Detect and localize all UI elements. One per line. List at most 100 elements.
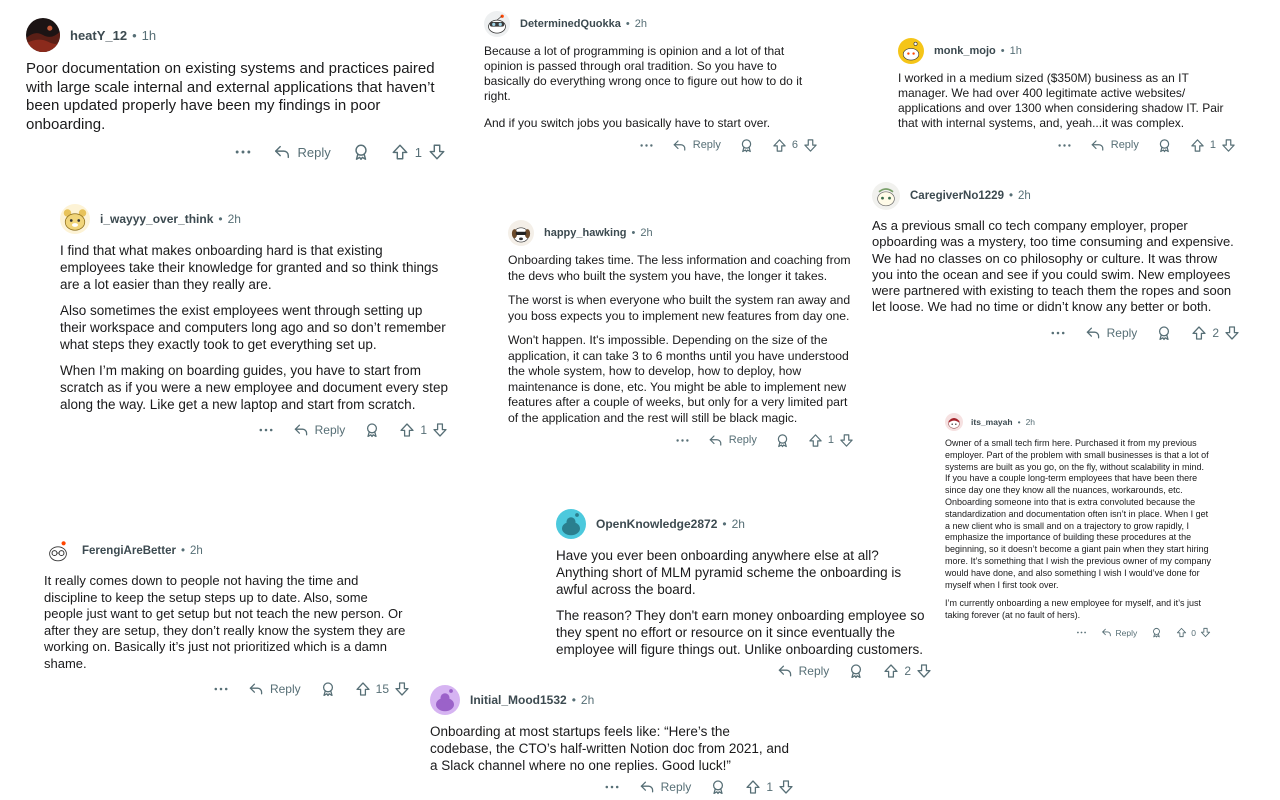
downvote-arrow-icon[interactable] xyxy=(432,422,448,438)
upvote-arrow-icon[interactable] xyxy=(1191,325,1207,341)
reply-arrow-icon[interactable] xyxy=(1101,627,1112,638)
more-options-button[interactable] xyxy=(213,681,229,697)
upvote-arrow-icon[interactable] xyxy=(1190,138,1205,153)
award-button[interactable] xyxy=(775,433,790,448)
award-button[interactable] xyxy=(364,422,380,438)
more-dots-icon[interactable] xyxy=(1076,627,1087,638)
award-button[interactable] xyxy=(710,779,726,795)
more-dots-icon[interactable] xyxy=(639,138,654,153)
upvote-arrow-icon[interactable] xyxy=(1176,627,1187,638)
more-options-button[interactable] xyxy=(675,433,690,448)
user-avatar[interactable] xyxy=(872,182,900,210)
more-options-button[interactable] xyxy=(1076,627,1087,638)
reply-label: Reply xyxy=(660,780,692,794)
upvote-arrow-icon[interactable] xyxy=(399,422,415,438)
award-button[interactable] xyxy=(1157,138,1172,153)
reply-arrow-icon[interactable] xyxy=(1085,325,1101,341)
reply-button[interactable]: Reply xyxy=(672,138,721,153)
reply-button[interactable]: Reply xyxy=(1090,138,1139,153)
upvote-arrow-icon[interactable] xyxy=(772,138,787,153)
user-avatar[interactable] xyxy=(44,537,72,565)
more-options-button[interactable] xyxy=(234,143,252,161)
upvote-arrow-icon[interactable] xyxy=(883,663,899,679)
user-avatar[interactable] xyxy=(60,204,90,234)
reply-arrow-icon[interactable] xyxy=(293,422,309,438)
reply-button[interactable]: Reply xyxy=(708,433,757,448)
downvote-arrow-icon[interactable] xyxy=(1221,138,1236,153)
award-button[interactable] xyxy=(739,138,754,153)
reply-button[interactable]: Reply xyxy=(293,422,345,438)
reply-button[interactable]: Reply xyxy=(639,779,692,795)
username[interactable]: heatY_12 xyxy=(70,28,127,43)
award-button[interactable] xyxy=(848,663,864,679)
award-icon[interactable] xyxy=(352,143,370,161)
reply-arrow-icon[interactable] xyxy=(639,779,655,795)
more-options-button[interactable] xyxy=(1057,138,1072,153)
more-dots-icon[interactable] xyxy=(258,422,274,438)
award-icon[interactable] xyxy=(1151,627,1162,638)
more-dots-icon[interactable] xyxy=(1050,325,1066,341)
award-button[interactable] xyxy=(1156,325,1172,341)
more-options-button[interactable] xyxy=(258,422,274,438)
award-icon[interactable] xyxy=(775,433,790,448)
reply-arrow-icon[interactable] xyxy=(248,681,264,697)
user-avatar[interactable] xyxy=(556,509,586,539)
more-options-button[interactable] xyxy=(1050,325,1066,341)
award-button[interactable] xyxy=(352,143,370,161)
award-icon[interactable] xyxy=(1157,138,1172,153)
username[interactable]: OpenKnowledge2872 xyxy=(596,517,717,531)
upvote-arrow-icon[interactable] xyxy=(745,779,761,795)
username[interactable]: DeterminedQuokka xyxy=(520,18,621,30)
downvote-arrow-icon[interactable] xyxy=(803,138,818,153)
downvote-arrow-icon[interactable] xyxy=(394,681,410,697)
award-icon[interactable] xyxy=(1156,325,1172,341)
upvote-arrow-icon[interactable] xyxy=(355,681,371,697)
more-dots-icon[interactable] xyxy=(213,681,229,697)
reply-arrow-icon[interactable] xyxy=(273,143,291,161)
reply-arrow-icon[interactable] xyxy=(672,138,687,153)
username[interactable]: Initial_Mood1532 xyxy=(470,693,567,707)
award-icon[interactable] xyxy=(320,681,336,697)
username[interactable]: monk_mojo xyxy=(934,45,996,57)
user-avatar[interactable] xyxy=(945,413,963,431)
more-options-button[interactable] xyxy=(639,138,654,153)
username[interactable]: happy_hawking xyxy=(544,227,627,239)
upvote-arrow-icon[interactable] xyxy=(391,143,409,161)
reply-button[interactable]: Reply xyxy=(777,663,829,679)
comment-time: 2h xyxy=(1018,190,1031,202)
reply-button[interactable]: Reply xyxy=(1085,325,1137,341)
username[interactable]: CaregiverNo1229 xyxy=(910,190,1004,202)
downvote-arrow-icon[interactable] xyxy=(916,663,932,679)
user-avatar[interactable] xyxy=(508,220,534,246)
reply-arrow-icon[interactable] xyxy=(777,663,793,679)
user-avatar[interactable] xyxy=(484,11,510,37)
more-dots-icon[interactable] xyxy=(1057,138,1072,153)
more-dots-icon[interactable] xyxy=(234,143,252,161)
award-icon[interactable] xyxy=(848,663,864,679)
award-icon[interactable] xyxy=(364,422,380,438)
downvote-arrow-icon[interactable] xyxy=(428,143,446,161)
more-dots-icon[interactable] xyxy=(604,779,620,795)
reply-arrow-icon[interactable] xyxy=(1090,138,1105,153)
downvote-arrow-icon[interactable] xyxy=(1224,325,1240,341)
user-avatar[interactable] xyxy=(430,685,460,715)
award-button[interactable] xyxy=(320,681,336,697)
downvote-arrow-icon[interactable] xyxy=(839,433,854,448)
more-dots-icon[interactable] xyxy=(675,433,690,448)
award-icon[interactable] xyxy=(710,779,726,795)
downvote-arrow-icon[interactable] xyxy=(1200,627,1211,638)
upvote-arrow-icon[interactable] xyxy=(808,433,823,448)
more-options-button[interactable] xyxy=(604,779,620,795)
username[interactable]: i_wayyy_over_think xyxy=(100,212,213,226)
reply-button[interactable]: Reply xyxy=(248,681,301,697)
award-button[interactable] xyxy=(1151,627,1162,638)
reply-arrow-icon[interactable] xyxy=(708,433,723,448)
downvote-arrow-icon[interactable] xyxy=(778,779,794,795)
user-avatar[interactable] xyxy=(26,18,60,52)
username[interactable]: its_mayah xyxy=(971,417,1013,427)
reply-button[interactable]: Reply xyxy=(1101,627,1137,638)
reply-button[interactable]: Reply xyxy=(273,143,331,161)
username[interactable]: FerengiAreBetter xyxy=(82,545,176,557)
user-avatar[interactable] xyxy=(898,38,924,64)
award-icon[interactable] xyxy=(739,138,754,153)
